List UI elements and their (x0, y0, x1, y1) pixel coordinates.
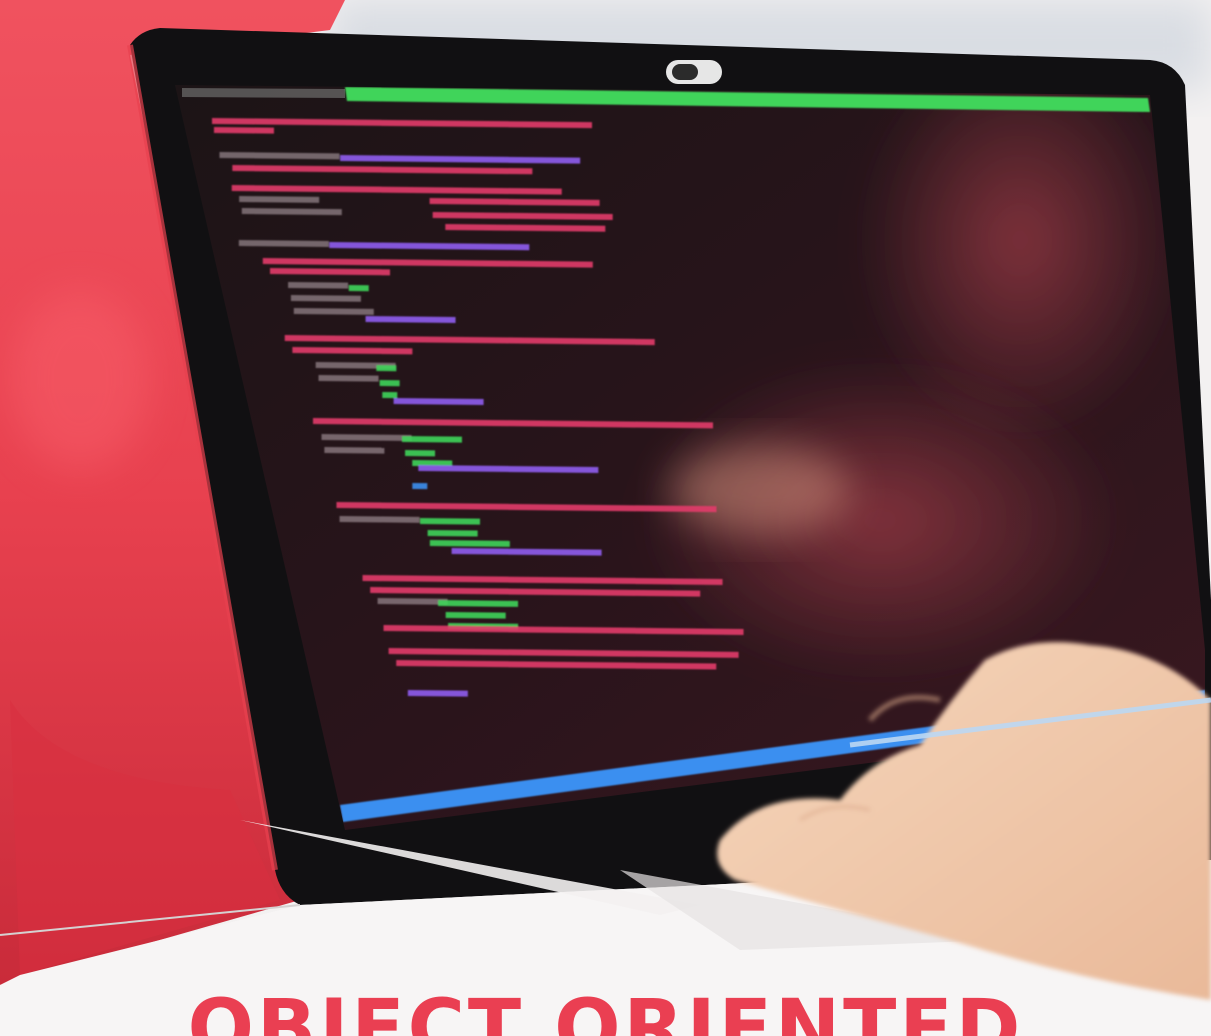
code-line (239, 196, 320, 203)
code-line (321, 434, 412, 441)
code-line (288, 282, 349, 289)
code-line (213, 127, 274, 134)
code-line (382, 392, 398, 399)
code-line (365, 316, 456, 323)
book-cover: OBJECT ORIENTED (0, 0, 1211, 1036)
code-line (377, 598, 448, 605)
code-line (401, 436, 462, 443)
code-line (241, 208, 342, 216)
code-line (324, 447, 385, 454)
webcam-icon (666, 60, 722, 84)
code-line (438, 600, 519, 607)
code-line (293, 308, 374, 315)
code-line (445, 612, 506, 619)
cover-photo (0, 0, 1211, 1036)
code-line (412, 483, 428, 490)
code-line (238, 240, 329, 247)
code-line (407, 690, 468, 697)
code-line (348, 285, 369, 292)
code-line (376, 365, 397, 372)
code-line (405, 450, 436, 457)
code-line (420, 518, 480, 525)
editor-tab-bar (182, 88, 345, 98)
code-line (429, 540, 510, 547)
code-line (427, 530, 478, 537)
code-line (379, 380, 400, 387)
cover-title: OBJECT ORIENTED (187, 984, 1024, 1036)
code-line (290, 295, 361, 302)
code-line (393, 398, 484, 405)
code-line (318, 375, 379, 382)
code-line (339, 516, 420, 523)
